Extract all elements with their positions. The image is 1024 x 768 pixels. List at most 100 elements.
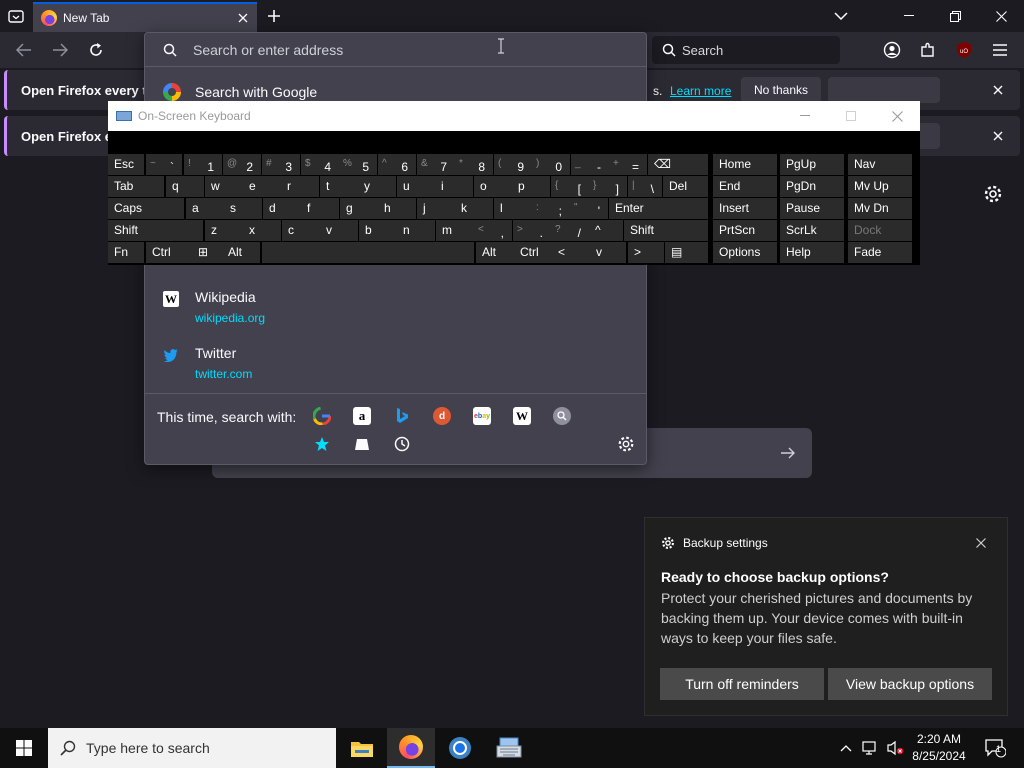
- network-icon[interactable]: [860, 728, 882, 768]
- osk-key-m[interactable]: m: [436, 220, 474, 241]
- osk-key-[interactable]: ~ `: [146, 154, 182, 175]
- osk-key-c[interactable]: c: [282, 220, 320, 241]
- learn-more-link[interactable]: Learn more: [670, 84, 731, 98]
- osk-key-b[interactable]: b: [359, 220, 397, 241]
- osk-key-ScrLk[interactable]: ScrLk: [780, 220, 844, 241]
- close-notification-icon[interactable]: [988, 126, 1008, 146]
- no-thanks-button[interactable]: No thanks: [741, 77, 821, 103]
- osk-key-[interactable]: " ': [570, 198, 608, 219]
- osk-key-x[interactable]: x: [243, 220, 281, 241]
- osk-key-Dock[interactable]: Dock: [848, 220, 912, 241]
- osk-key-v[interactable]: v: [320, 220, 358, 241]
- osk-key-i[interactable]: i: [435, 176, 473, 197]
- menu-icon[interactable]: [987, 37, 1013, 63]
- osk-key-Nav[interactable]: Nav: [848, 154, 912, 175]
- osk-key-Fade[interactable]: Fade: [848, 242, 912, 263]
- taskbar-search-box[interactable]: Type here to search: [48, 728, 336, 768]
- tabs-list-icon[interactable]: [4, 4, 28, 28]
- osk-key-w[interactable]: w: [205, 176, 243, 197]
- start-button[interactable]: [0, 728, 48, 768]
- list-all-tabs-icon[interactable]: [818, 0, 864, 32]
- address-input[interactable]: Search or enter address: [145, 33, 646, 67]
- osk-key-End[interactable]: End: [713, 176, 777, 197]
- new-tab-button[interactable]: [263, 5, 285, 27]
- search-settings-gear-icon[interactable]: [617, 435, 635, 453]
- close-toast-icon[interactable]: [973, 535, 989, 551]
- osk-key-[interactable]: | \: [628, 176, 662, 197]
- on-screen-keyboard-taskbar-icon[interactable]: [485, 728, 533, 768]
- tabs-icon[interactable]: [353, 435, 371, 453]
- search-icon[interactable]: [553, 407, 571, 425]
- osk-key-Del[interactable]: Del: [663, 176, 708, 197]
- osk-key-MvUp[interactable]: Mv Up: [848, 176, 912, 197]
- suggestion-wikipedia[interactable]: W Wikipedia wikipedia.org: [163, 289, 265, 325]
- osk-key-Enter[interactable]: Enter: [609, 198, 708, 219]
- google-icon[interactable]: [313, 407, 331, 425]
- osk-key-[interactable]: >.: [513, 220, 551, 241]
- file-explorer-icon[interactable]: [338, 728, 386, 768]
- osk-key-[interactable]: }]: [589, 176, 627, 197]
- osk-maximize-button[interactable]: [828, 101, 874, 131]
- osk-key-Insert[interactable]: Insert: [713, 198, 777, 219]
- osk-key-[interactable]: + =: [609, 154, 647, 175]
- osk-key-z[interactable]: z: [205, 220, 243, 241]
- osk-key-o[interactable]: o: [474, 176, 512, 197]
- osk-key-Ctrl[interactable]: Ctrl: [514, 242, 552, 263]
- osk-key-a[interactable]: a: [186, 198, 224, 219]
- osk-key-Options[interactable]: Options: [713, 242, 777, 263]
- firefox-taskbar-icon[interactable]: [387, 728, 435, 768]
- osk-key-[interactable]: :;: [532, 198, 570, 219]
- osk-key-2[interactable]: @2: [223, 154, 261, 175]
- close-notification-icon[interactable]: [988, 80, 1008, 100]
- osk-key-r[interactable]: r: [281, 176, 319, 197]
- ebay-icon[interactable]: ebay: [473, 407, 491, 425]
- wikipedia-icon[interactable]: W: [513, 407, 531, 425]
- osk-key-y[interactable]: y: [358, 176, 396, 197]
- extensions-icon[interactable]: [915, 37, 941, 63]
- osk-key-1[interactable]: ! 1: [184, 154, 222, 175]
- osk-key-Tab[interactable]: Tab: [108, 176, 164, 197]
- osk-key-[interactable]: ? /: [551, 220, 589, 241]
- osk-key-MvDn[interactable]: Mv Dn: [848, 198, 912, 219]
- osk-key-h[interactable]: h: [378, 198, 416, 219]
- amazon-icon[interactable]: a: [353, 407, 371, 425]
- chrome-icon[interactable]: [436, 728, 484, 768]
- osk-key-Esc[interactable]: Esc: [108, 154, 144, 175]
- osk-key-v[interactable]: v: [590, 242, 626, 263]
- osk-key-g[interactable]: g: [340, 198, 378, 219]
- osk-key-4[interactable]: $4: [301, 154, 339, 175]
- osk-key-e[interactable]: e: [243, 176, 281, 197]
- osk-key-PgUp[interactable]: PgUp: [780, 154, 844, 175]
- system-clock[interactable]: 2:20 AM 8/25/2024: [908, 731, 970, 765]
- osk-key-3[interactable]: #3: [262, 154, 300, 175]
- osk-key-7[interactable]: & 7: [417, 154, 455, 175]
- osk-key-u[interactable]: u: [397, 176, 435, 197]
- view-backup-options-button[interactable]: View backup options: [828, 668, 992, 700]
- back-icon[interactable]: [11, 37, 37, 63]
- tab-new-tab[interactable]: New Tab: [33, 2, 257, 32]
- osk-key-[interactable]: <: [552, 242, 590, 263]
- osk-key-9[interactable]: (9: [494, 154, 532, 175]
- osk-close-button[interactable]: [874, 101, 920, 131]
- bookmarks-icon[interactable]: [313, 435, 331, 453]
- restore-button[interactable]: [932, 0, 978, 32]
- account-icon[interactable]: [879, 37, 905, 63]
- osk-key-Fn[interactable]: Fn: [108, 242, 144, 263]
- osk-key-[interactable]: ⌫: [648, 154, 708, 175]
- osk-key-j[interactable]: j: [417, 198, 455, 219]
- close-window-button[interactable]: [978, 0, 1024, 32]
- action-center-icon[interactable]: 1: [980, 728, 1010, 768]
- osk-key-0[interactable]: ) 0: [532, 154, 570, 175]
- osk-key-q[interactable]: q: [166, 176, 204, 197]
- osk-key-[interactable]: {[: [551, 176, 589, 197]
- osk-key-t[interactable]: t: [320, 176, 358, 197]
- bing-icon[interactable]: [393, 407, 411, 425]
- osk-key-6[interactable]: ^ 6: [378, 154, 416, 175]
- osk-key-space[interactable]: [262, 242, 474, 263]
- turn-off-reminders-button[interactable]: Turn off reminders: [660, 668, 824, 700]
- suggestion-twitter[interactable]: Twitter twitter.com: [163, 345, 252, 381]
- show-hidden-icons-chevron[interactable]: [836, 728, 856, 768]
- search-bar[interactable]: Search: [652, 36, 840, 64]
- osk-key-Pause[interactable]: Pause: [780, 198, 844, 219]
- duckduckgo-icon[interactable]: d: [433, 407, 451, 425]
